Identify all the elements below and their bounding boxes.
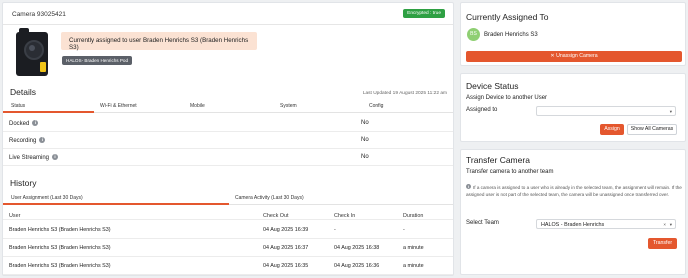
chevron-down-icon: ▾ bbox=[669, 109, 672, 114]
tab-camera-activity[interactable]: Camera Activity (Last 30 Days) bbox=[235, 195, 304, 201]
encrypted-badge: Encrypted : true bbox=[403, 9, 445, 18]
table-header-row bbox=[3, 206, 453, 220]
info-icon[interactable]: i bbox=[32, 120, 39, 126]
select-team-value: HALOS - Braden Henrichs bbox=[541, 222, 605, 228]
assigned-banner: Currently assigned to user Braden Henric… bbox=[61, 32, 257, 51]
assigned-user-name: Braden Henrichs S3 bbox=[484, 32, 538, 38]
assigned-to-select[interactable]: ▾ bbox=[536, 106, 676, 116]
live-streaming-value: No bbox=[361, 154, 369, 160]
check-out-cell: 04 Aug 2025 16:39 bbox=[263, 227, 309, 233]
tab-config[interactable]: Config bbox=[369, 103, 383, 109]
user-cell: Braden Henrichs S3 (Braden Henrichs S3) bbox=[9, 245, 111, 251]
unassign-camera-button[interactable]: ✕ Unassign Camera bbox=[466, 51, 682, 62]
active-tab-indicator bbox=[3, 203, 229, 205]
history-tabs: User Assignment (Last 30 Days) Camera Ac… bbox=[3, 193, 453, 205]
status-row-recording: Recording i No bbox=[3, 132, 453, 149]
camera-title: Camera 93025421 bbox=[12, 11, 66, 18]
info-icon[interactable]: i bbox=[52, 154, 59, 160]
info-icon[interactable]: i bbox=[39, 137, 46, 143]
transfer-camera-panel: Transfer Camera Transfer camera to anoth… bbox=[460, 149, 686, 275]
tab-status[interactable]: Status bbox=[11, 103, 25, 109]
transfer-camera-title: Transfer Camera bbox=[466, 155, 530, 165]
duration-cell: a minute bbox=[403, 245, 424, 251]
transfer-note-text: If a camera is assigned to a user who is… bbox=[466, 185, 682, 197]
table-row: Braden Henrichs S3 (Braden Henrichs S3) … bbox=[3, 221, 453, 239]
tab-mobile[interactable]: Mobile bbox=[190, 103, 205, 109]
live-streaming-label: Live Streaming bbox=[9, 155, 50, 161]
history-title: History bbox=[10, 178, 37, 188]
chevron-down-icon: ▾ bbox=[669, 222, 672, 227]
tab-wifi-ethernet[interactable]: Wi-Fi & Ethernet bbox=[100, 103, 137, 109]
docked-value: No bbox=[361, 120, 369, 126]
currently-assigned-panel: Currently Assigned To BS Braden Henrichs… bbox=[460, 2, 686, 66]
assigned-to-label: Assigned to bbox=[466, 107, 498, 113]
clear-icon[interactable]: × bbox=[663, 222, 666, 227]
user-cell: Braden Henrichs S3 (Braden Henrichs S3) bbox=[9, 227, 111, 233]
check-out-cell: 04 Aug 2025 16:37 bbox=[263, 245, 309, 251]
tab-user-assignment[interactable]: User Assignment (Last 30 Days) bbox=[11, 195, 83, 201]
currently-assigned-title: Currently Assigned To bbox=[466, 12, 549, 22]
details-tabs: Status Wi-Fi & Ethernet Mobile System Co… bbox=[3, 101, 453, 113]
unassign-camera-label: Unassign Camera bbox=[556, 53, 598, 59]
check-in-cell: 04 Aug 2025 16:38 bbox=[334, 245, 380, 251]
transfer-subtitle: Transfer camera to another team bbox=[466, 169, 554, 175]
active-tab-indicator bbox=[3, 111, 94, 113]
details-title: Details bbox=[10, 87, 36, 97]
duration-cell: - bbox=[403, 227, 405, 233]
recording-value: No bbox=[361, 137, 369, 143]
select-team-dropdown[interactable]: HALOS - Braden Henrichs × ▾ bbox=[536, 219, 676, 229]
transfer-note: i If a camera is assigned to a user who i… bbox=[466, 184, 682, 198]
device-status-title: Device Status bbox=[466, 81, 519, 91]
tab-system[interactable]: System bbox=[280, 103, 297, 109]
user-cell: Braden Henrichs S3 (Braden Henrichs S3) bbox=[9, 263, 111, 269]
pod-badge: HALOS- Braden Henrichs Pod bbox=[62, 56, 133, 65]
camera-device-image bbox=[16, 28, 48, 76]
info-icon: i bbox=[466, 184, 471, 189]
last-updated: Last Updated 19 August 2025 11:22 am bbox=[362, 91, 447, 96]
table-row: Braden Henrichs S3 (Braden Henrichs S3) … bbox=[3, 257, 453, 275]
transfer-button[interactable]: Transfer bbox=[648, 238, 677, 249]
camera-header: Camera 93025421 Encrypted : true bbox=[3, 3, 453, 25]
camera-details-panel: Camera 93025421 Encrypted : true Current… bbox=[2, 2, 454, 276]
check-out-cell: 04 Aug 2025 16:35 bbox=[263, 263, 309, 269]
table-row: Braden Henrichs S3 (Braden Henrichs S3) … bbox=[3, 239, 453, 257]
duration-cell: a minute bbox=[403, 263, 424, 269]
status-row-live-streaming: Live Streaming i No bbox=[3, 149, 453, 166]
status-row-docked: Docked i No bbox=[3, 115, 453, 132]
avatar: BS bbox=[467, 28, 480, 41]
show-all-cameras-button[interactable]: Show All Cameras bbox=[627, 124, 677, 135]
close-icon: ✕ bbox=[550, 53, 555, 59]
select-team-label: Select Team bbox=[466, 220, 499, 226]
assign-button[interactable]: Assign bbox=[600, 124, 624, 135]
assign-device-subtitle: Assign Device to another User bbox=[466, 95, 548, 101]
check-in-cell: 04 Aug 2025 16:36 bbox=[334, 263, 380, 269]
device-status-panel: Device Status Assign Device to another U… bbox=[460, 73, 686, 142]
docked-label: Docked bbox=[9, 121, 30, 127]
recording-label: Recording bbox=[9, 138, 37, 144]
check-in-cell: - bbox=[334, 227, 336, 233]
